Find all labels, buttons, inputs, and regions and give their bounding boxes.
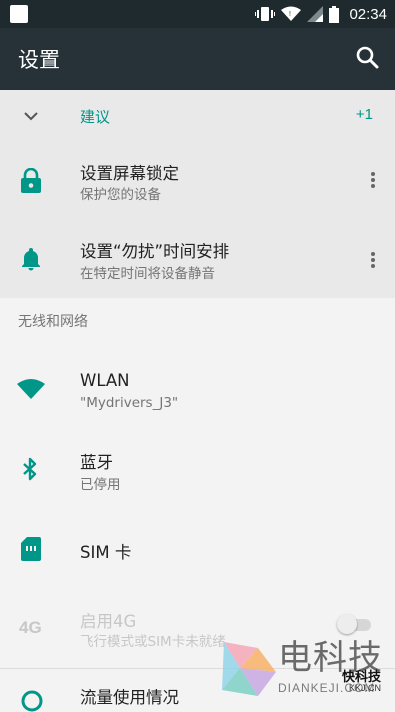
- vibrate-icon: [255, 7, 276, 21]
- suggestion-title: 设置屏幕锁定: [80, 164, 179, 183]
- settings-item-subtitle: 已停用: [80, 477, 121, 493]
- more-options-button[interactable]: [369, 250, 377, 270]
- settings-item-title: 流量使用情况: [80, 688, 179, 707]
- section-header-wireless: 无线和网络: [18, 314, 88, 330]
- watermark-brand-domain: KKJ.CN: [349, 683, 382, 693]
- app-bar: 设置: [0, 28, 395, 90]
- settings-item-subtitle: "Mydrivers_J3": [80, 395, 179, 411]
- page-title: 设置: [18, 48, 60, 72]
- svg-text:!: !: [289, 11, 291, 18]
- wifi-icon: [17, 379, 45, 399]
- battery-icon: [329, 5, 340, 23]
- settings-item-bluetooth[interactable]: 蓝牙 已停用: [0, 432, 395, 504]
- suggestions-count: +1: [355, 106, 373, 123]
- chevron-down-icon: [24, 112, 38, 121]
- settings-item-title: 启用4G: [80, 612, 137, 631]
- more-vert-icon: [369, 252, 377, 268]
- settings-item-subtitle: 飞行模式或SIM卡未就绪: [80, 634, 226, 650]
- watermark-logo: 电科技 DIANKEJI.COM 快科技 KKJ.CN: [216, 633, 395, 702]
- data-usage-icon: [21, 690, 43, 712]
- signal-icon: [307, 6, 324, 22]
- suggestion-do-not-disturb[interactable]: 设置“勿扰”时间安排 在特定时间将设备静音: [0, 222, 395, 296]
- sim-card-icon: [21, 537, 41, 561]
- search-icon: [356, 46, 379, 69]
- search-button[interactable]: [355, 45, 381, 71]
- suggestions-label: 建议: [80, 108, 111, 126]
- settings-item-title: 蓝牙: [80, 453, 113, 472]
- suggestion-subtitle: 在特定时间将设备静音: [80, 266, 215, 282]
- suggestion-title: 设置“勿扰”时间安排: [80, 242, 230, 261]
- suggestion-subtitle: 保护您的设备: [80, 187, 161, 203]
- lock-icon: [21, 168, 41, 193]
- 4g-icon: 4G: [19, 618, 42, 637]
- notification-icon: [10, 5, 28, 23]
- settings-item-sim-card[interactable]: SIM 卡: [0, 512, 395, 584]
- settings-item-title: WLAN: [80, 371, 130, 390]
- status-icons: ! 02:34: [255, 0, 387, 28]
- status-bar: ! 02:34: [0, 0, 395, 28]
- bell-icon: [22, 248, 40, 271]
- settings-item-title: SIM 卡: [80, 543, 132, 562]
- suggestion-screen-lock[interactable]: 设置屏幕锁定 保护您的设备: [0, 144, 395, 218]
- bluetooth-icon: [23, 457, 37, 481]
- more-vert-icon: [369, 172, 377, 188]
- more-options-button[interactable]: [369, 170, 377, 190]
- wifi-icon: !: [281, 6, 302, 21]
- suggestions-header[interactable]: 建议 +1: [0, 90, 395, 144]
- watermark-emblem: [222, 642, 276, 696]
- settings-item-wlan[interactable]: WLAN "Mydrivers_J3": [0, 352, 395, 424]
- status-time: 02:34: [349, 5, 387, 23]
